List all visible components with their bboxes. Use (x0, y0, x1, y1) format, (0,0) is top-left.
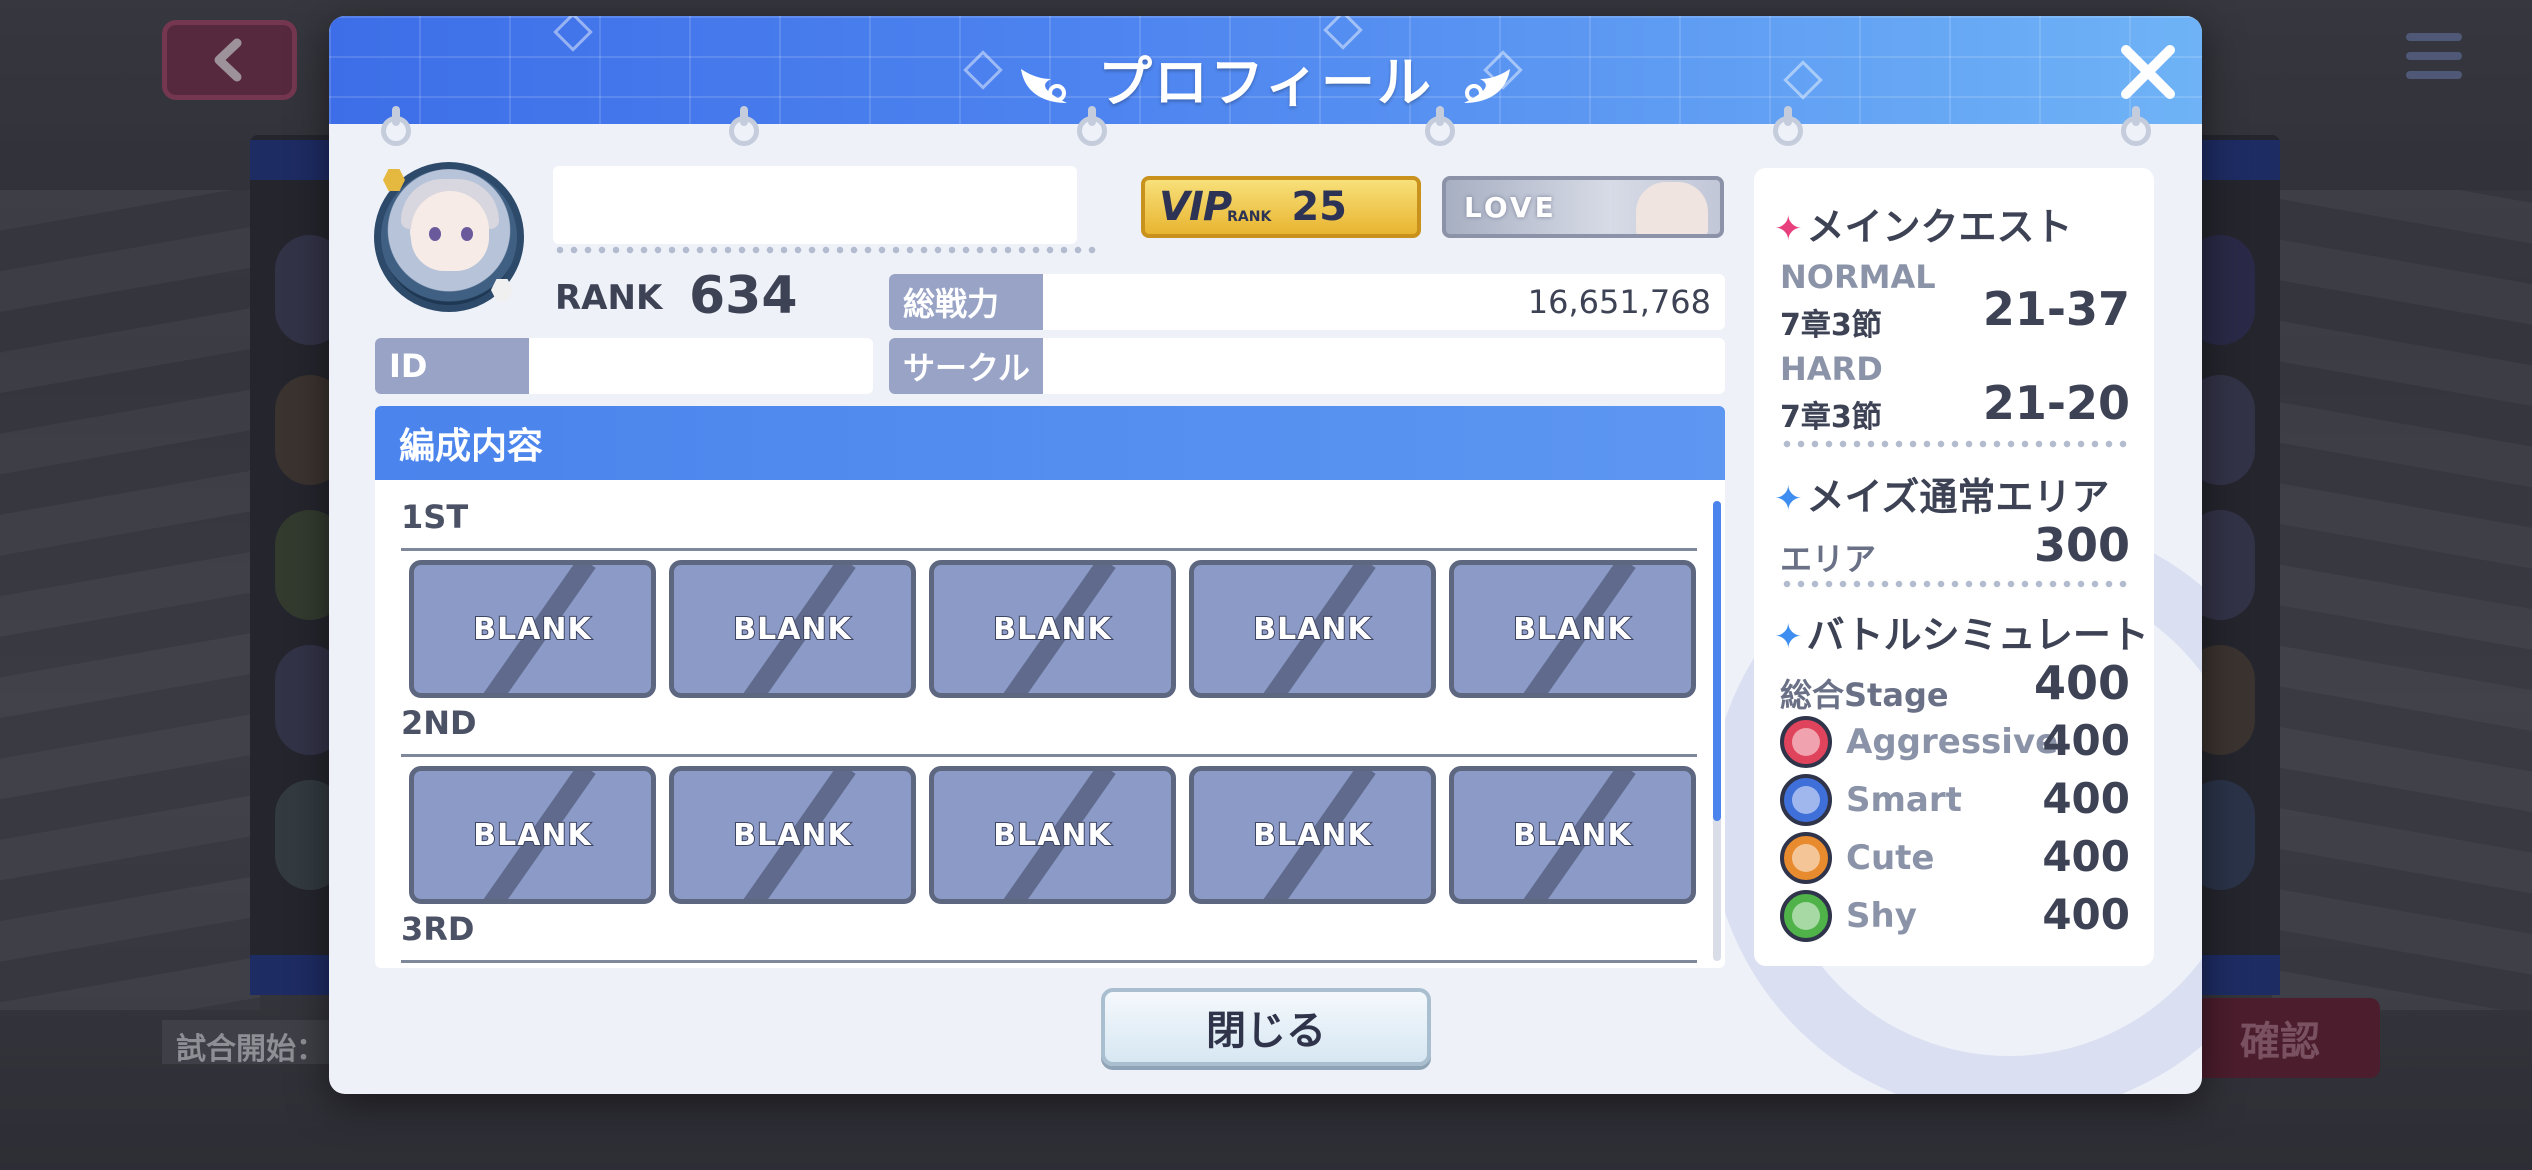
team-divider (401, 754, 1697, 757)
normal-label: NORMAL (1780, 258, 1936, 296)
binder-pin (1773, 106, 1803, 156)
team-divider (401, 548, 1697, 551)
cute-label: Cute (1846, 838, 1935, 878)
aggressive-type-icon (1780, 716, 1832, 768)
team-divider (401, 960, 1697, 963)
cute-type-icon (1780, 832, 1832, 884)
smart-label: Smart (1846, 780, 1962, 820)
normal-progress-value: 21-37 (1982, 282, 2130, 336)
smart-value: 400 (2042, 774, 2130, 823)
formation-slot[interactable]: BLANK (929, 766, 1176, 904)
shy-value: 400 (2042, 890, 2130, 939)
formation-panel[interactable]: 編成内容 1ST BLANK BLANK BLANK BLANK BLANK 2… (375, 406, 1725, 968)
wing-icon (1463, 69, 1510, 104)
scrollbar-thumb[interactable] (1713, 501, 1721, 821)
love-portrait-image (1636, 182, 1708, 234)
total-power-field: 総戦力 16,651,768 (889, 274, 1725, 330)
team-label-1st: 1ST (401, 498, 469, 536)
formation-slot[interactable]: BLANK (669, 766, 916, 904)
formation-slot[interactable]: BLANK (1189, 766, 1436, 904)
vip-rank-badge[interactable]: VIP RANK 25 (1141, 176, 1421, 238)
modal-header: プロフィール (329, 16, 2202, 124)
close-icon[interactable] (2116, 40, 2180, 104)
love-label: LOVE (1464, 190, 1557, 224)
sparkle-icon: ✦ (1774, 479, 1803, 519)
formation-slot[interactable]: BLANK (1189, 560, 1436, 698)
binder-pin (2121, 106, 2151, 156)
vip-rank-sub-label: RANK (1227, 209, 1272, 225)
circle-label: サークル (889, 338, 1043, 394)
modal-title: プロフィール (329, 38, 2202, 117)
binder-pin (729, 106, 759, 156)
total-power-value: 16,651,768 (1527, 283, 1711, 321)
battle-sim-title: ✦ バトルシミュレート (1774, 613, 2149, 657)
maze-area-value: 300 (2033, 518, 2130, 572)
circle-value (1043, 338, 1725, 394)
sparkle-icon: ✦ (1774, 617, 1803, 657)
formation-slot[interactable]: BLANK (409, 560, 656, 698)
binder-pin (381, 106, 411, 156)
formation-slot[interactable]: BLANK (409, 766, 656, 904)
formation-slot[interactable]: BLANK (1449, 560, 1696, 698)
id-field: ID (375, 338, 873, 394)
sparkle-icon: ✦ (1774, 209, 1803, 249)
player-name-field (553, 166, 1077, 244)
main-quest-title: ✦ メインクエスト (1774, 205, 2073, 249)
battle-total-value: 400 (2033, 656, 2130, 710)
divider-dots (1780, 440, 2130, 448)
divider-dots (553, 246, 1101, 254)
circle-field: サークル (889, 338, 1725, 394)
avatar[interactable] (374, 162, 524, 312)
formation-slot[interactable]: BLANK (1449, 766, 1696, 904)
formation-slot[interactable]: BLANK (669, 560, 916, 698)
hard-label: HARD (1780, 350, 1883, 388)
binder-pin (1077, 106, 1107, 156)
battle-total-label: 総合Stage (1780, 676, 1949, 714)
close-button[interactable]: 閉じる (1101, 988, 1431, 1066)
hard-chapter: 7章3節 (1780, 400, 1882, 435)
normal-chapter: 7章3節 (1780, 308, 1882, 343)
team-label-2nd: 2ND (401, 704, 477, 742)
formation-title: 編成内容 (375, 406, 1725, 480)
love-badge[interactable]: LOVE (1442, 176, 1724, 238)
divider-dots (1780, 580, 2130, 588)
rank-label: RANK (555, 278, 663, 318)
team-label-3rd: 3RD (401, 910, 475, 948)
modal-title-text: プロフィール (1098, 51, 1433, 114)
maze-title: ✦ メイズ通常エリア (1774, 475, 2110, 519)
wing-icon (1021, 69, 1068, 104)
hard-progress-value: 21-20 (1982, 376, 2130, 430)
formation-slot[interactable]: BLANK (929, 560, 1176, 698)
aggressive-label: Aggressive (1846, 722, 2059, 762)
vip-level: 25 (1291, 184, 1348, 230)
smart-type-icon (1780, 774, 1832, 826)
vip-label: VIP (1159, 184, 1232, 230)
rank-value: 634 (689, 266, 798, 326)
total-power-label: 総戦力 (889, 274, 1043, 330)
aggressive-value: 400 (2042, 716, 2130, 765)
binder-pin (1425, 106, 1455, 156)
profile-modal: プロフィール RANK 634 VIP RANK 25 LOVE 総戦力 16,… (329, 16, 2202, 1094)
shy-type-icon (1780, 890, 1832, 942)
stats-panel: ✦ メインクエスト NORMAL 7章3節 21-37 HARD 7章3節 21-… (1754, 168, 2154, 966)
shy-label: Shy (1846, 896, 1917, 936)
maze-area-label: エリア (1780, 540, 1877, 578)
cute-value: 400 (2042, 832, 2130, 881)
id-label: ID (375, 338, 529, 394)
id-value (529, 338, 873, 394)
